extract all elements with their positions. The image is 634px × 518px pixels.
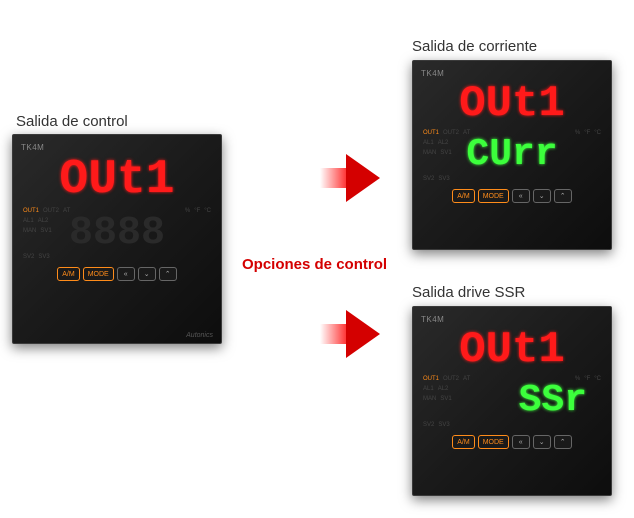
ind-f: °F — [194, 208, 200, 214]
down-button[interactable]: ⌄ — [533, 435, 551, 449]
ind-sv2: SV2 — [423, 176, 434, 182]
down-button[interactable]: ⌄ — [138, 267, 156, 281]
device-current: TK4M OUt1 OUT1 OUT2 AT % °F °C AL1 AL2 M… — [412, 60, 612, 250]
ind-out2: OUT2 — [443, 130, 459, 136]
display-top: OUt1 — [59, 156, 174, 204]
ind-sv3: SV3 — [438, 176, 449, 182]
ind-out1: OUT1 — [23, 208, 39, 214]
ind-c: °C — [594, 130, 601, 136]
ind-al1: AL1 — [423, 386, 434, 392]
mode-button[interactable]: MODE — [83, 267, 114, 281]
ind-out2: OUT2 — [443, 376, 459, 382]
ind-sv3: SV3 — [38, 254, 49, 260]
ind-out1: OUT1 — [423, 376, 439, 382]
left-button[interactable]: « — [117, 267, 135, 281]
ind-c: °C — [204, 208, 211, 214]
ind-sv1: SV1 — [440, 396, 451, 402]
ind-f: °F — [584, 130, 590, 136]
device-ssr: TK4M OUt1 OUT1 OUT2 AT % °F °C AL1 AL2 M… — [412, 306, 612, 496]
left-button[interactable]: « — [512, 189, 530, 203]
device-main: TK4M OUt1 OUT1 OUT2 AT % °F °C AL1 AL2 M… — [12, 134, 222, 344]
am-button[interactable]: A/M — [57, 267, 79, 281]
ind-man: MAN — [23, 228, 36, 234]
label-salida-corriente: Salida de corriente — [412, 38, 537, 55]
ind-al1: AL1 — [23, 218, 34, 224]
display-top: OUt1 — [459, 82, 565, 126]
left-button[interactable]: « — [512, 435, 530, 449]
ind-al2: AL2 — [438, 140, 449, 146]
ind-sv2: SV2 — [423, 422, 434, 428]
display-bottom: 8888 — [69, 214, 165, 254]
display-bottom: CUrr — [466, 136, 557, 174]
model-label: TK4M — [21, 143, 213, 152]
display-top: OUt1 — [459, 328, 565, 372]
ind-al2: AL2 — [38, 218, 49, 224]
ind-out1: OUT1 — [423, 130, 439, 136]
arrow-right-icon — [320, 310, 380, 358]
label-opciones-control: Opciones de control — [242, 256, 387, 273]
ind-sv3: SV3 — [438, 422, 449, 428]
ind-man: MAN — [423, 150, 436, 156]
mode-button[interactable]: MODE — [478, 435, 509, 449]
am-button[interactable]: A/M — [452, 435, 474, 449]
brand-label: Autonics — [186, 332, 213, 339]
down-button[interactable]: ⌄ — [533, 189, 551, 203]
ind-man: MAN — [423, 396, 436, 402]
arrow-right-icon — [320, 154, 380, 202]
am-button[interactable]: A/M — [452, 189, 474, 203]
up-button[interactable]: ⌃ — [554, 435, 572, 449]
up-button[interactable]: ⌃ — [554, 189, 572, 203]
ind-out2: OUT2 — [43, 208, 59, 214]
mode-button[interactable]: MODE — [478, 189, 509, 203]
ind-pct: % — [575, 130, 580, 136]
model-label: TK4M — [421, 69, 603, 78]
display-bottom: SSr — [519, 382, 587, 420]
label-salida-ssr: Salida drive SSR — [412, 284, 525, 301]
ind-pct: % — [185, 208, 190, 214]
up-button[interactable]: ⌃ — [159, 267, 177, 281]
ind-sv1: SV1 — [440, 150, 451, 156]
ind-al1: AL1 — [423, 140, 434, 146]
ind-sv1: SV1 — [40, 228, 51, 234]
ind-c: °C — [594, 376, 601, 382]
ind-sv2: SV2 — [23, 254, 34, 260]
ind-al2: AL2 — [438, 386, 449, 392]
model-label: TK4M — [421, 315, 603, 324]
ind-at: AT — [463, 376, 470, 382]
label-salida-control: Salida de control — [16, 113, 128, 130]
